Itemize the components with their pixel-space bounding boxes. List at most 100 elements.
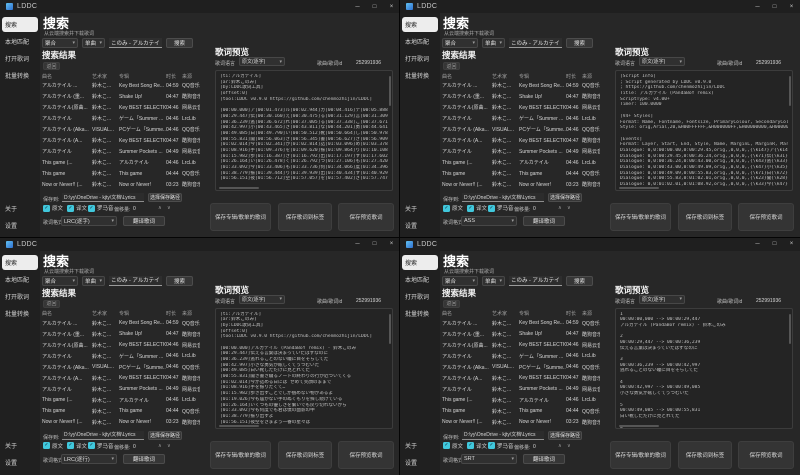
- lyrics-language-select[interactable]: 原文(逐字) ▾: [639, 57, 685, 66]
- translate-lyrics-button[interactable]: 翻译歌词: [523, 216, 565, 226]
- table-row[interactable]: This game 鈴木こ... This game 04:44 QQ音乐: [42, 406, 200, 417]
- back-button[interactable]: 返回: [43, 62, 60, 70]
- table-row[interactable]: Now or Never!! (... 鈴木こ... Now or Never!…: [42, 417, 200, 428]
- save-album-lyrics-button[interactable]: 保存专辑/歌单的歌词: [210, 441, 271, 469]
- table-row[interactable]: アルカテイル (Alka... VISUAL... PCゲーム「Summe...…: [42, 124, 200, 135]
- table-row[interactable]: アルカテイル(原曲... 鈴木こ... Key BEST SELECTION 0…: [442, 102, 600, 113]
- checkbox-romaji[interactable]: ✓ 罗马音: [488, 442, 514, 450]
- table-row[interactable]: アルカテイル (重... 鈴木こ... Shake Up! 04:47 酷狗音乐: [42, 329, 200, 340]
- minimize-button[interactable]: ─: [349, 238, 366, 251]
- search-button[interactable]: 搜索: [566, 276, 593, 286]
- maximize-button[interactable]: □: [366, 0, 383, 13]
- vertical-scrollbar[interactable]: [389, 314, 391, 344]
- sidebar-item-open-lyrics[interactable]: 打开歌词: [2, 289, 38, 304]
- table-row[interactable]: アルカテイル (A... 鈴木こ... Key BEST SELECTION 0…: [42, 135, 200, 146]
- sidebar-item-about[interactable]: 关于: [2, 201, 38, 216]
- table-row[interactable]: アルカテイル(原曲... 鈴木こ... Key BEST SELECTION 0…: [42, 340, 200, 351]
- save-album-lyrics-button[interactable]: 保存专辑/歌单的歌词: [610, 441, 671, 469]
- sidebar-item-local-match[interactable]: 本地匹配: [402, 34, 438, 49]
- close-button[interactable]: ×: [783, 0, 800, 13]
- table-row[interactable]: This game 鈴木こ... This game 04:44 QQ音乐: [442, 168, 600, 179]
- maximize-button[interactable]: □: [766, 238, 783, 251]
- table-row[interactable]: アルカテイル (重... 鈴木こ... Shake Up! 04:47 酷狗音乐: [42, 91, 200, 102]
- sidebar-item-open-lyrics[interactable]: 打开歌词: [2, 51, 38, 66]
- spin-up-icon[interactable]: ∧: [558, 443, 562, 449]
- sidebar-item-local-match[interactable]: 本地匹配: [2, 272, 38, 287]
- table-row[interactable]: This game (... 鈴木こ... アルカテイル 04:46 LrcLi…: [42, 395, 200, 406]
- lyrics-format-select[interactable]: SRT ▾: [461, 454, 517, 464]
- spin-up-icon[interactable]: ∧: [158, 205, 162, 211]
- checkbox-translation[interactable]: ✓ 译文: [67, 204, 87, 212]
- offset-value[interactable]: 0: [533, 444, 536, 450]
- lyrics-language-select[interactable]: 原文(逐字) ▾: [639, 295, 685, 304]
- save-album-lyrics-button[interactable]: 保存专辑/歌单的歌词: [210, 203, 271, 231]
- choose-path-button[interactable]: 选择保存路径: [548, 193, 582, 202]
- sidebar-item-settings[interactable]: 设置: [2, 218, 38, 233]
- sidebar-item-about[interactable]: 关于: [402, 201, 438, 216]
- checkbox-translation[interactable]: ✓ 译文: [467, 442, 487, 450]
- table-row[interactable]: アルカテイル (Alka... VISUAL... PCゲーム「Summe...…: [42, 362, 200, 373]
- table-row[interactable]: アルカテイル (A... 鈴木こ... Key BEST SELECTION 0…: [42, 373, 200, 384]
- save-path-input[interactable]: [462, 431, 544, 440]
- table-row[interactable]: アルカテイル (A... 鈴木こ... Key BEST SELECTION 0…: [442, 373, 600, 384]
- sidebar-item-local-match[interactable]: 本地匹配: [2, 34, 38, 49]
- sidebar-item-batch-convert[interactable]: 批量转换: [2, 68, 38, 83]
- offset-value[interactable]: 0: [133, 206, 136, 212]
- close-button[interactable]: ×: [383, 238, 400, 251]
- horizontal-scrollbar[interactable]: [619, 425, 659, 427]
- spin-up-icon[interactable]: ∧: [558, 205, 562, 211]
- sidebar-item-search[interactable]: 搜索: [2, 17, 38, 32]
- choose-path-button[interactable]: 选择保存路径: [148, 431, 182, 440]
- back-button[interactable]: 返回: [443, 300, 460, 308]
- table-row[interactable]: アルカテイル 鈴木こ... ゲーム「Summer ... 04:46 LrcLi…: [42, 113, 200, 124]
- sidebar-item-local-match[interactable]: 本地匹配: [402, 272, 438, 287]
- close-button[interactable]: ×: [783, 238, 800, 251]
- search-type-select[interactable]: 单曲 ▾: [82, 276, 105, 286]
- back-button[interactable]: 返回: [43, 300, 60, 308]
- choose-path-button[interactable]: 选择保存路径: [148, 193, 182, 202]
- checkbox-original[interactable]: ✓ 原文: [43, 204, 63, 212]
- sidebar-item-about[interactable]: 关于: [402, 438, 438, 453]
- table-row[interactable]: Now or Never!! (... 鈴木こ... Now or Never!…: [442, 417, 600, 428]
- table-row[interactable]: アルカテイル 鈴木こ... Summer Pockets ... 04:49 网…: [42, 384, 200, 395]
- table-row[interactable]: アルカテイル (A... 鈴木こ... Key BEST SELECTION 0…: [442, 135, 600, 146]
- save-lyrics-to-tag-button[interactable]: 保存歌词到标签: [678, 203, 732, 231]
- titlebar[interactable]: LDDC ─ □ ×: [0, 238, 400, 251]
- search-type-select[interactable]: 单曲 ▾: [482, 276, 505, 286]
- table-row[interactable]: アルカテイル(原曲... 鈴木こ... Key BEST SELECTION 0…: [42, 102, 200, 113]
- choose-path-button[interactable]: 选择保存路径: [548, 431, 582, 440]
- search-type-select[interactable]: 单曲 ▾: [482, 38, 505, 48]
- titlebar[interactable]: LDDC ─ □ ×: [0, 0, 400, 13]
- spin-down-icon[interactable]: ∨: [167, 443, 171, 449]
- minimize-button[interactable]: ─: [749, 0, 766, 13]
- lyrics-format-select[interactable]: ASS ▾: [461, 216, 517, 226]
- vertical-scrollbar[interactable]: [389, 76, 391, 106]
- lyrics-language-select[interactable]: 原文(逐字) ▾: [239, 295, 285, 304]
- save-preview-lyrics-button[interactable]: 保存预览歌词: [738, 441, 794, 469]
- minimize-button[interactable]: ─: [749, 238, 766, 251]
- save-path-input[interactable]: [62, 193, 144, 202]
- lyrics-preview[interactable]: [ti:アルカテイル] [ar:鈴木このみ] [by:LDDC歌词工具] [of…: [215, 308, 393, 429]
- search-source-select[interactable]: 聚合 ▾: [442, 276, 478, 286]
- offset-value[interactable]: 0: [133, 444, 136, 450]
- table-row[interactable]: アルカテイル (重... 鈴木こ... Shake Up! 04:47 酷狗音乐: [442, 91, 600, 102]
- minimize-button[interactable]: ─: [349, 0, 366, 13]
- sidebar-item-search[interactable]: 搜索: [402, 255, 438, 270]
- spin-down-icon[interactable]: ∨: [567, 443, 571, 449]
- table-row[interactable]: アルカテイル 鈴木こ... ゲーム「Summer ... 04:46 LrcLi…: [42, 351, 200, 362]
- table-row[interactable]: Now or Never!! (... 鈴木こ... Now or Never!…: [442, 179, 600, 190]
- sidebar-item-search[interactable]: 搜索: [2, 255, 38, 270]
- table-row[interactable]: アルカテイル 鈴木こ... Summer Pockets ... 04:49 网…: [442, 146, 600, 157]
- horizontal-scrollbar[interactable]: [219, 425, 259, 427]
- back-button[interactable]: 返回: [443, 62, 460, 70]
- checkbox-translation[interactable]: ✓ 译文: [467, 204, 487, 212]
- table-row[interactable]: アルカテイル ... 鈴木こ... Key Best Song Re... 04…: [442, 318, 600, 329]
- vertical-scrollbar[interactable]: [789, 314, 791, 344]
- spin-down-icon[interactable]: ∨: [567, 205, 571, 211]
- search-button[interactable]: 搜索: [166, 276, 193, 286]
- horizontal-scrollbar[interactable]: [219, 187, 259, 189]
- table-row[interactable]: アルカテイル ... 鈴木こ... Key Best Song Re... 04…: [42, 80, 200, 91]
- checkbox-translation[interactable]: ✓ 译文: [67, 442, 87, 450]
- table-row[interactable]: アルカテイル 鈴木こ... Summer Pockets ... 04:49 网…: [442, 384, 600, 395]
- sidebar-item-open-lyrics[interactable]: 打开歌词: [402, 289, 438, 304]
